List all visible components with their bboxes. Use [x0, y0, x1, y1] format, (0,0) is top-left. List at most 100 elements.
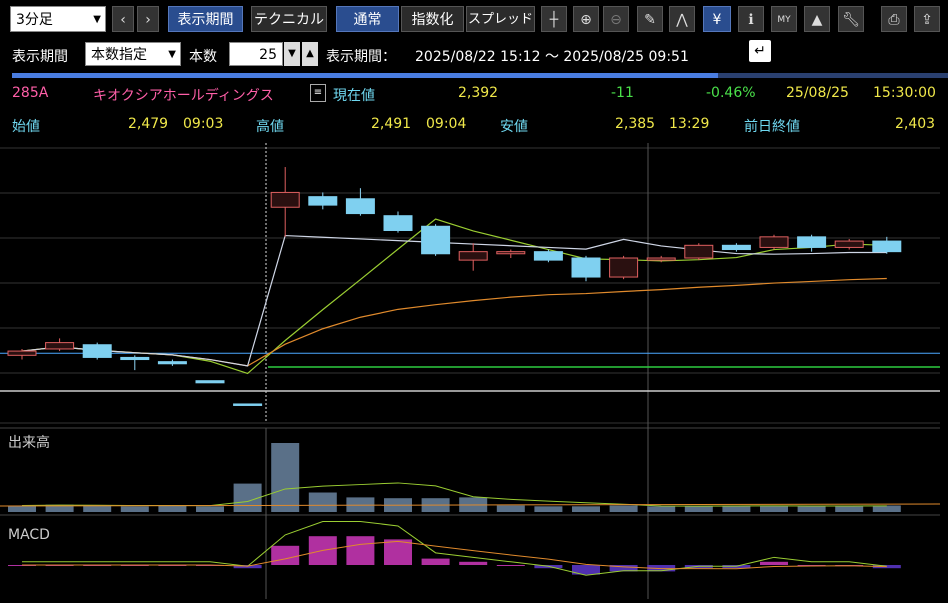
info-button[interactable]: ℹ: [738, 6, 764, 32]
wrench-icon: 🔧︎: [842, 12, 860, 28]
macd-bar: [496, 565, 525, 566]
triangle-down-icon: ▼: [288, 48, 296, 59]
normal-button[interactable]: 通常: [336, 6, 399, 32]
prev-close-price: 2,403: [895, 116, 936, 132]
open-label: 始値: [12, 119, 40, 135]
candle-body: [834, 240, 864, 248]
quote-line-1: 285A キオクシアホールディングス ≡ 現在値 2,392 -11 -0.46…: [0, 83, 948, 105]
crosshair-button[interactable]: ┼: [541, 6, 567, 32]
volume-bar: [196, 506, 224, 512]
toolbar: 3分足 ▼ ‹ › 表示期間 テクニカル 通常 指数化 スプレッド ┼ ⊕ ⊖ …: [0, 0, 948, 38]
candle-body: [496, 251, 526, 255]
volume-bar: [534, 506, 563, 512]
count-increment[interactable]: ▲: [302, 42, 318, 66]
stock-code: 285A: [12, 85, 49, 101]
chevron-right-icon: ›: [145, 12, 151, 28]
candle-body: [7, 350, 37, 356]
zoom-in-icon: ⊕: [580, 12, 592, 28]
chevron-left-icon: ‹: [120, 12, 126, 28]
chart-wave-icon: ⋀: [676, 12, 688, 28]
macd-bar: [346, 536, 375, 565]
volume-bar: [760, 505, 788, 512]
candle-body: [872, 240, 902, 253]
export-button[interactable]: ⇪: [914, 6, 940, 32]
period-row: 表示期間 本数指定 ▼ 本数 25 ▼ ▲ 表示期間： 2025/08/22 1…: [0, 40, 948, 70]
volume-bar: [647, 506, 676, 512]
stock-name: キオクシアホールディングス: [93, 88, 274, 104]
yen-button[interactable]: ¥: [703, 6, 731, 32]
volume-bar: [609, 505, 638, 512]
low-price: 2,385: [615, 116, 656, 132]
next-button[interactable]: ›: [137, 6, 159, 32]
candle-body: [571, 257, 601, 278]
current-price: 2,392: [458, 85, 499, 101]
candle-body: [82, 344, 112, 358]
candle-body: [157, 361, 187, 365]
candle-body: [684, 244, 714, 259]
low-label: 安値: [500, 119, 528, 135]
load-progress: [12, 73, 948, 78]
volume-bar: [835, 506, 864, 512]
info-icon: ℹ: [748, 12, 754, 28]
volume-bar: [120, 506, 149, 512]
draw-button[interactable]: ✎: [637, 6, 663, 32]
macd-bars: [8, 520, 901, 576]
zoom-out-button[interactable]: ⊖: [603, 6, 629, 32]
crosshair-icon: ┼: [549, 12, 559, 28]
print-button[interactable]: ⎙: [881, 6, 907, 32]
document-icon[interactable]: ≡: [310, 84, 326, 102]
vwap-line: [21, 234, 887, 367]
candle-body: [646, 257, 676, 261]
settings-button[interactable]: 🔧︎: [838, 6, 864, 32]
triangle-up-icon: ▲: [306, 48, 314, 59]
range-label: 表示期間：: [326, 49, 396, 65]
count-input[interactable]: 25: [229, 42, 283, 66]
back-button[interactable]: ↵: [749, 40, 771, 62]
quote-line-2: 始値 2,479 09:03 高値 2,491 09:04 安値 2,385 1…: [0, 114, 948, 136]
candle-body: [458, 251, 488, 261]
candle-body: [120, 356, 150, 361]
volume-bar: [496, 505, 525, 512]
return-icon: ↵: [754, 43, 766, 59]
volume-bars: [0, 443, 941, 512]
export-icon: ⇪: [921, 12, 933, 28]
my-button[interactable]: MY: [771, 6, 797, 32]
progress-fill: [12, 73, 718, 78]
high-price: 2,491: [371, 116, 412, 132]
prev-button[interactable]: ‹: [112, 6, 134, 32]
period-mode-value: 本数指定: [91, 47, 147, 63]
index-button[interactable]: 指数化: [401, 6, 464, 32]
zoom-out-icon: ⊖: [610, 12, 622, 28]
count-label: 本数: [189, 49, 217, 65]
low-time: 13:29: [669, 116, 710, 132]
technical-button[interactable]: テクニカル: [251, 6, 327, 32]
area-chart-button[interactable]: ▲: [804, 6, 830, 32]
yen-icon: ¥: [712, 12, 722, 28]
pencil-icon: ✎: [644, 12, 656, 28]
prev-close-label: 前日終値: [744, 119, 800, 135]
candle-body: [195, 380, 225, 384]
volume-ma-line: [21, 482, 887, 507]
candle-body: [721, 244, 751, 251]
macd-bar: [384, 539, 412, 565]
interval-select[interactable]: 3分足 ▼: [10, 6, 106, 32]
volume-bar: [684, 506, 713, 512]
chevron-down-icon: ▼: [93, 14, 101, 25]
candle-body: [345, 198, 375, 215]
candle-body: [233, 403, 263, 406]
candle-body: [797, 236, 827, 248]
chart-area[interactable]: 出来高 MACD: [0, 143, 948, 599]
spread-button[interactable]: スプレッド: [466, 6, 535, 32]
volume-bar: [797, 506, 826, 512]
macd-bar: [421, 558, 450, 565]
wave-button[interactable]: ⋀: [669, 6, 695, 32]
period-button[interactable]: 表示期間: [168, 6, 243, 32]
period-label: 表示期間: [12, 49, 68, 65]
count-decrement[interactable]: ▼: [284, 42, 300, 66]
macd-bar: [459, 561, 488, 565]
period-mode-select[interactable]: 本数指定 ▼: [85, 42, 181, 66]
candle-body: [270, 191, 300, 208]
open-time: 09:03: [183, 116, 224, 132]
zoom-in-button[interactable]: ⊕: [573, 6, 599, 32]
volume-bar: [271, 443, 300, 512]
